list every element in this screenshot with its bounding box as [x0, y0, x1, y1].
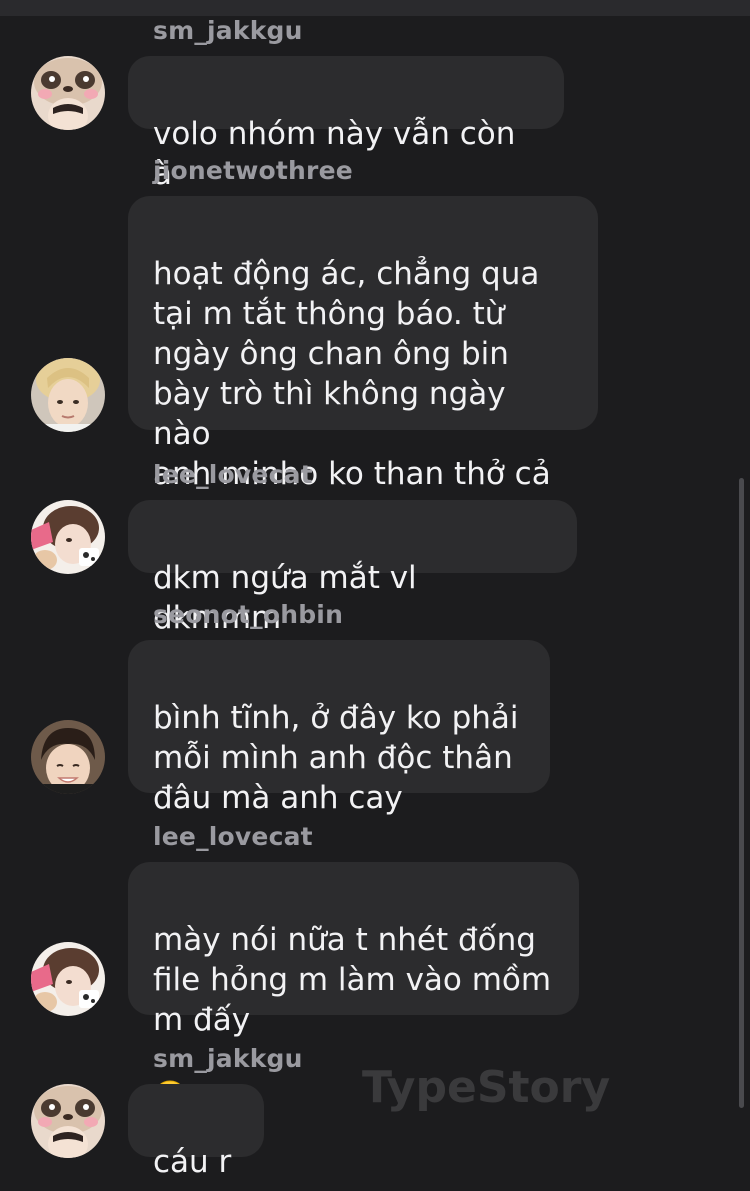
top-bar	[0, 0, 750, 16]
message-text: mày nói nữa t nhét đống file hỏng m làm …	[153, 922, 552, 1038]
sender-name: jionetwothree	[153, 156, 353, 185]
sender-name: lee_lovecat	[153, 460, 313, 489]
message-bubble[interactable]: dkm ngứa mắt vl dkmmm	[128, 500, 577, 636]
message-bubble[interactable]: hoạt động ác, chẳng qua tại m tắt thông …	[128, 196, 598, 492]
blond-avatar[interactable]	[31, 358, 105, 432]
panda-avatar[interactable]	[31, 1084, 105, 1158]
dark-hair-avatar[interactable]	[31, 720, 105, 794]
message-text: cáu r	[153, 1144, 232, 1180]
cat-avatar[interactable]	[31, 942, 105, 1016]
panda-avatar[interactable]	[31, 56, 105, 130]
sender-name: sm_jakkgu	[153, 16, 303, 45]
sender-name: seonot_ohbin	[153, 600, 344, 629]
message-bubble[interactable]: volo nhóm này vẫn còn à	[128, 56, 564, 192]
message-bubble[interactable]: mày nói nữa t nhét đống file hỏng m làm …	[128, 862, 579, 1114]
scrollbar[interactable]	[739, 478, 744, 1108]
message-bubble[interactable]: bình tĩnh, ở đây ko phải mỗi mình anh độ…	[128, 640, 550, 816]
watermark-logo: TypeStory	[362, 1062, 611, 1113]
message-bubble[interactable]: cáu r	[128, 1084, 264, 1180]
cat-avatar[interactable]	[31, 500, 105, 574]
message-text: hoạt động ác, chẳng qua tại m tắt thông …	[153, 256, 551, 492]
sender-name: lee_lovecat	[153, 822, 313, 851]
sender-name: sm_jakkgu	[153, 1044, 303, 1073]
message-text: bình tĩnh, ở đây ko phải mỗi mình anh độ…	[153, 700, 519, 816]
